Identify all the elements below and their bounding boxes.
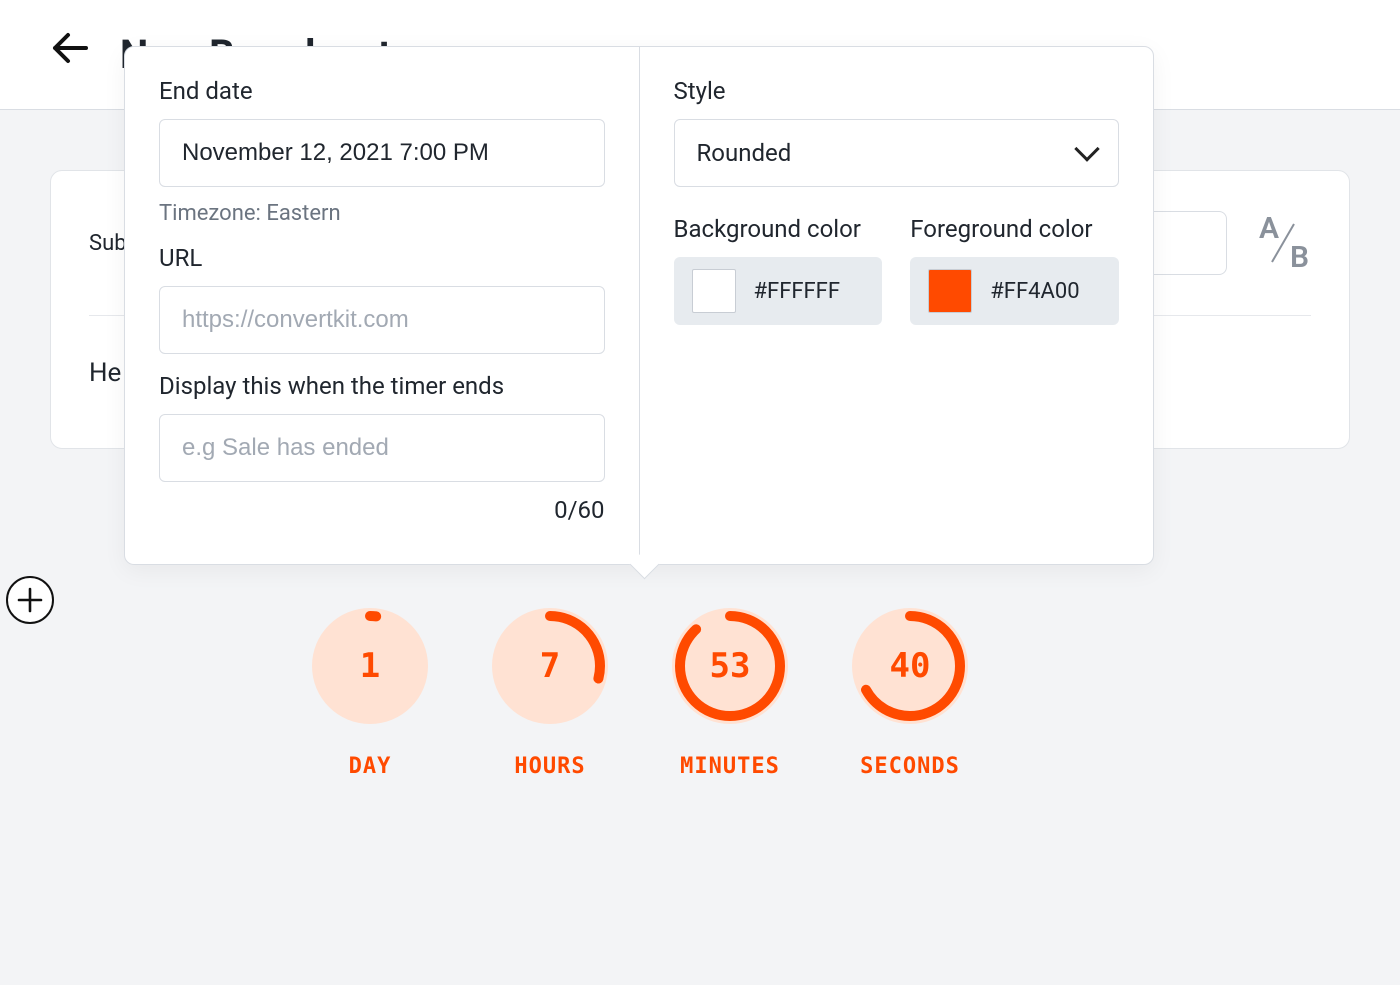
countdown-value: 53 [672,608,788,724]
style-field: Style Rounded [674,77,1120,187]
back-arrow-icon[interactable] [50,31,90,72]
add-block-button[interactable] [6,576,54,624]
countdown-circle: 7 [492,608,608,724]
style-select-value: Rounded [697,139,792,167]
style-select[interactable]: Rounded [674,119,1120,187]
ended-message-input[interactable] [159,414,605,482]
countdown-value: 1 [312,608,428,724]
style-label: Style [674,77,1120,105]
countdown-circle: 1 [312,608,428,724]
countdown-item: 1 DAY [305,608,435,779]
countdown-circle: 53 [672,608,788,724]
timezone-hint: Timezone: Eastern [159,201,605,226]
ab-b-label: B [1290,244,1309,271]
bg-color-value: #FFFFFF [754,279,841,304]
countdown-value: 40 [852,608,968,724]
color-row: Background color #FFFFFF Foreground colo… [674,215,1120,325]
fg-color-value: #FF4A00 [990,279,1079,304]
bg-color-label: Background color [674,215,883,243]
popover-left-column: End date Timezone: Eastern URL Display t… [125,47,640,564]
end-date-input[interactable] [159,119,605,187]
countdown-timer-preview: 1 DAY 7 HOURS 53 MINUTES 40 SECONDS [305,608,975,779]
countdown-value: 7 [492,608,608,724]
fg-color-field: Foreground color #FF4A00 [910,215,1119,325]
url-input[interactable] [159,286,605,354]
countdown-settings-popover: End date Timezone: Eastern URL Display t… [124,46,1154,565]
fg-color-picker[interactable]: #FF4A00 [910,257,1119,325]
ended-message-counter: 0/60 [159,496,605,524]
countdown-circle: 40 [852,608,968,724]
ab-test-toggle[interactable]: A B [1255,215,1311,271]
popover-right-column: Style Rounded Background color #FFFFFF F… [640,47,1154,564]
countdown-item: 53 MINUTES [665,608,795,779]
end-date-label: End date [159,77,605,105]
countdown-label: SECONDS [845,754,975,779]
fg-color-swatch [928,269,972,313]
bg-color-swatch [692,269,736,313]
url-label: URL [159,244,605,272]
ended-message-field: Display this when the timer ends 0/60 [159,372,605,524]
countdown-label: MINUTES [665,754,795,779]
url-field: URL [159,244,605,354]
end-date-field: End date Timezone: Eastern [159,77,605,226]
countdown-item: 7 HOURS [485,608,615,779]
countdown-label: HOURS [485,754,615,779]
countdown-item: 40 SECONDS [845,608,975,779]
bg-color-picker[interactable]: #FFFFFF [674,257,883,325]
countdown-label: DAY [305,754,435,779]
bg-color-field: Background color #FFFFFF [674,215,883,325]
chevron-down-icon [1074,136,1099,161]
ab-a-label: A [1259,215,1279,242]
ended-message-label: Display this when the timer ends [159,372,605,400]
fg-color-label: Foreground color [910,215,1119,243]
